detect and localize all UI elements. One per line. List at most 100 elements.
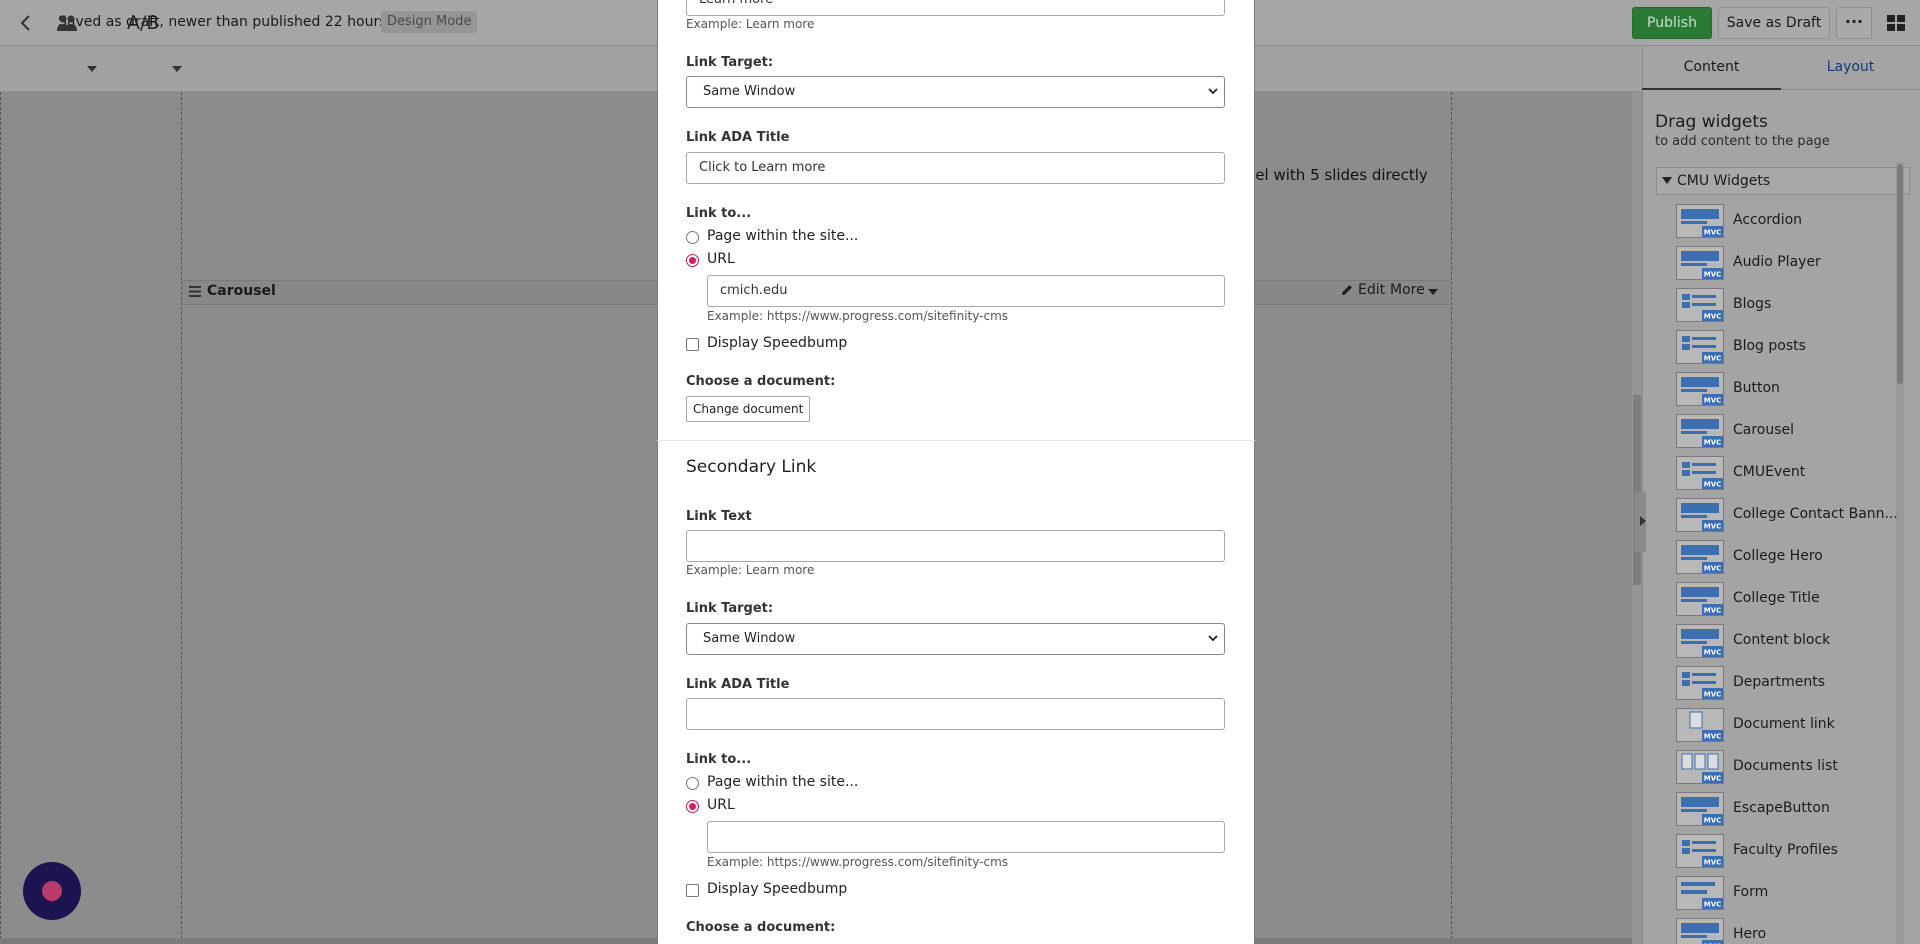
primary-choose-document-label: Choose a document: <box>686 374 836 389</box>
panel-collapse-arrow-icon <box>1640 516 1646 526</box>
widget-item[interactable]: MVC College Title <box>1676 578 1896 620</box>
mvc-widget-icon: MVC <box>1676 204 1724 238</box>
secondary-link-text-input[interactable] <box>686 530 1225 562</box>
svg-text:MVC: MVC <box>1704 229 1722 237</box>
secondary-url-radio-label[interactable]: URL <box>707 797 735 813</box>
widget-item[interactable]: MVC College Hero <box>1676 536 1896 578</box>
svg-text:MVC: MVC <box>1704 649 1722 657</box>
secondary-speedbump-label[interactable]: Display Speedbump <box>707 881 847 897</box>
page-edge <box>0 92 1 944</box>
mvc-widget-icon: MVC <box>1676 414 1724 448</box>
svg-text:MVC: MVC <box>1704 355 1722 363</box>
widget-item[interactable]: MVC EscapeButton <box>1676 788 1896 830</box>
more-widget-menu[interactable]: More <box>1390 282 1425 298</box>
secondary-speedbump-checkbox[interactable] <box>686 884 699 897</box>
drag-handle-icon[interactable] <box>189 286 201 297</box>
widget-label: Carousel <box>1733 422 1795 438</box>
ab-dropdown-caret-icon[interactable] <box>172 66 182 72</box>
widget-group-title: CMU Widgets <box>1677 173 1771 189</box>
svg-text:MVC: MVC <box>1704 691 1722 699</box>
secondary-url-input[interactable] <box>707 821 1225 853</box>
canvas-scrollbar-thumb[interactable] <box>1633 395 1641 585</box>
widget-label: Hero <box>1733 926 1767 942</box>
mvc-form-icon: MVC <box>1676 876 1724 910</box>
primary-link-target-label: Link Target: <box>686 55 774 70</box>
tab-content[interactable]: Content <box>1642 46 1781 90</box>
design-mode-badge: Design Mode <box>381 11 478 33</box>
primary-speedbump-label[interactable]: Display Speedbump <box>707 335 847 351</box>
mvc-widget-icon: MVC <box>1676 246 1724 280</box>
tab-layout[interactable]: Layout <box>1781 46 1920 90</box>
widget-item[interactable]: MVC Carousel <box>1676 410 1896 452</box>
primary-ada-title-label: Link ADA Title <box>686 130 790 145</box>
personas-dropdown-caret-icon[interactable] <box>87 66 97 72</box>
widget-item[interactable]: MVC CMUEvent <box>1676 452 1896 494</box>
widget-label: Departments <box>1733 674 1826 690</box>
widget-label: Documents list <box>1733 758 1838 774</box>
widget-item[interactable]: MVC Hero <box>1676 914 1896 944</box>
secondary-link-target-select[interactable]: Same Window <box>686 623 1225 655</box>
panel-scrollbar-thumb[interactable] <box>1897 164 1903 384</box>
widget-item[interactable]: MVC Departments <box>1676 662 1896 704</box>
drag-widgets-title: Drag widgets <box>1655 112 1768 132</box>
widget-item[interactable]: MVC Blog posts <box>1676 326 1896 368</box>
publish-button[interactable]: Publish <box>1632 7 1712 39</box>
content-column-left-edge <box>181 92 182 944</box>
mvc-widget-icon: MVC <box>1676 582 1724 616</box>
primary-url-radio[interactable] <box>686 254 699 267</box>
more-widget-label: More <box>1390 282 1425 298</box>
svg-text:MVC: MVC <box>1704 859 1722 867</box>
primary-link-target-select[interactable]: Same Window <box>686 76 1225 108</box>
svg-text:MVC: MVC <box>1704 733 1722 741</box>
primary-page-radio[interactable] <box>686 231 699 244</box>
widget-item[interactable]: MVC Button <box>1676 368 1896 410</box>
widget-label: College Title <box>1733 590 1820 606</box>
widget-item[interactable]: MVC Accordion <box>1676 200 1896 242</box>
secondary-page-radio-label[interactable]: Page within the site... <box>707 774 858 790</box>
widget-item[interactable]: MVC Content block <box>1676 620 1896 662</box>
primary-link-text-hint: Example: Learn more <box>686 17 815 31</box>
secondary-url-radio[interactable] <box>686 800 699 813</box>
widget-item[interactable]: MVC Form <box>1676 872 1896 914</box>
secondary-ada-title-input[interactable] <box>686 698 1225 730</box>
widget-item[interactable]: MVC Faculty Profiles <box>1676 830 1896 872</box>
svg-text:MVC: MVC <box>1704 397 1722 405</box>
secondary-ada-title-label: Link ADA Title <box>686 677 790 692</box>
pencil-icon[interactable] <box>1340 283 1354 297</box>
widget-item[interactable]: MVC Blogs <box>1676 284 1896 326</box>
secondary-choose-document-label: Choose a document: <box>686 920 836 935</box>
back-arrow-icon[interactable] <box>14 11 38 35</box>
primary-link-text-input[interactable]: Learn more <box>686 0 1225 16</box>
widget-label: College Hero <box>1733 548 1823 564</box>
widget-item[interactable]: MVC Document link <box>1676 704 1896 746</box>
widget-item[interactable]: MVC Documents list <box>1676 746 1896 788</box>
primary-url-input[interactable]: cmich.edu <box>707 275 1225 307</box>
svg-text:MVC: MVC <box>1704 523 1722 531</box>
svg-text:MVC: MVC <box>1704 481 1722 489</box>
more-actions-button[interactable]: ··· <box>1836 7 1872 39</box>
more-caret-icon[interactable] <box>1428 289 1438 295</box>
primary-url-radio-label[interactable]: URL <box>707 251 735 267</box>
chevron-down-icon <box>1208 88 1218 95</box>
grid-view-icon[interactable] <box>1886 13 1906 33</box>
svg-text:MVC: MVC <box>1704 901 1722 909</box>
widget-item[interactable]: MVC Audio Player <box>1676 242 1896 284</box>
primary-page-radio-label[interactable]: Page within the site... <box>707 228 858 244</box>
change-document-button[interactable]: Change document <box>686 396 811 422</box>
ab-test-label[interactable]: A/B <box>127 12 159 34</box>
secondary-page-radio[interactable] <box>686 777 699 790</box>
edit-widget-link[interactable]: Edit <box>1358 282 1385 298</box>
mvc-widget-icon: MVC <box>1676 372 1724 406</box>
personas-icon[interactable] <box>56 14 78 32</box>
group-expand-caret-icon[interactable] <box>1662 177 1672 184</box>
widget-label: Content block <box>1733 632 1831 648</box>
primary-link-to-label: Link to... <box>686 206 752 221</box>
drag-widgets-subtitle: to add content to the page <box>1655 134 1830 149</box>
widget-label: Accordion <box>1733 212 1803 228</box>
save-as-draft-button[interactable]: Save as Draft <box>1718 7 1830 39</box>
mvc-list-icon: MVC <box>1676 330 1724 364</box>
widget-label: EscapeButton <box>1733 800 1830 816</box>
widget-item[interactable]: MVC College Contact Bann... <box>1676 494 1898 536</box>
primary-ada-title-input[interactable]: Click to Learn more <box>686 152 1225 184</box>
primary-speedbump-checkbox[interactable] <box>686 338 699 351</box>
